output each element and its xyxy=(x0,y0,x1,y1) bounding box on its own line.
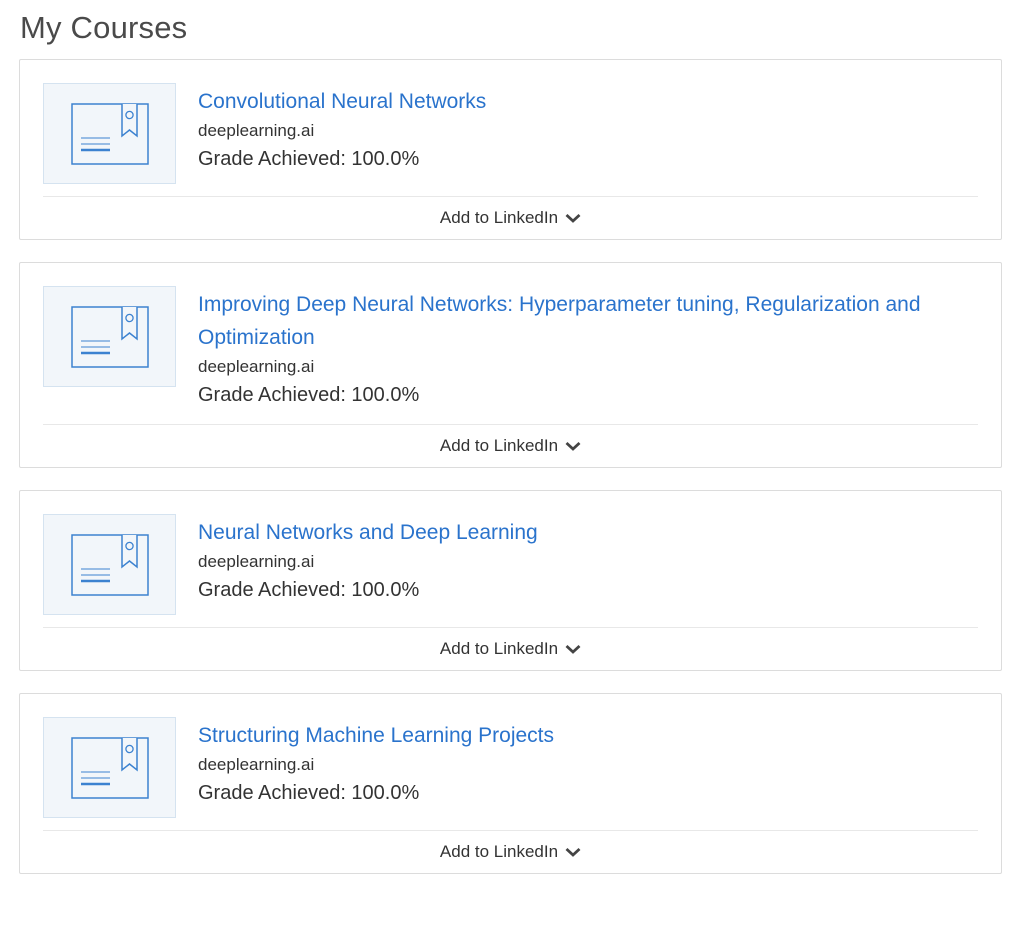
course-partner: deeplearning.ai xyxy=(198,552,315,571)
chevron-down-icon xyxy=(565,847,581,858)
course-grade: Grade Achieved: 100.0% xyxy=(198,579,420,601)
certificate-icon xyxy=(70,736,149,799)
course-list: Convolutional Neural Networks deeplearni… xyxy=(19,59,1002,896)
course-partner: deeplearning.ai xyxy=(198,755,315,774)
add-to-linkedin-label: Add to LinkedIn xyxy=(439,639,559,658)
certificate-icon xyxy=(70,102,149,165)
course-card: Improving Deep Neural Networks: Hyperpar… xyxy=(19,262,1002,468)
course-info: Structuring Machine Learning Projects de… xyxy=(198,717,554,818)
course-card-header: Structuring Machine Learning Projects de… xyxy=(20,694,1001,818)
linkedin-row: Add to LinkedIn xyxy=(20,628,1001,670)
chevron-down-icon xyxy=(565,213,581,224)
course-card: Neural Networks and Deep Learning deeple… xyxy=(19,490,1002,671)
course-title-link[interactable]: Convolutional Neural Networks xyxy=(198,85,486,118)
course-info: Neural Networks and Deep Learning deeple… xyxy=(198,514,538,615)
course-grade: Grade Achieved: 100.0% xyxy=(198,782,420,804)
linkedin-row: Add to LinkedIn xyxy=(20,425,1001,467)
linkedin-row: Add to LinkedIn xyxy=(20,831,1001,873)
course-partner: deeplearning.ai xyxy=(198,357,315,376)
course-card: Structuring Machine Learning Projects de… xyxy=(19,693,1002,874)
add-to-linkedin-button[interactable]: Add to LinkedIn xyxy=(440,842,581,862)
course-thumbnail[interactable] xyxy=(43,83,176,184)
linkedin-row: Add to LinkedIn xyxy=(20,197,1001,239)
add-to-linkedin-button[interactable]: Add to LinkedIn xyxy=(440,639,581,659)
course-title-link[interactable]: Neural Networks and Deep Learning xyxy=(198,516,538,549)
certificate-icon xyxy=(70,533,149,596)
course-card-header: Neural Networks and Deep Learning deeple… xyxy=(20,491,1001,615)
course-card: Convolutional Neural Networks deeplearni… xyxy=(19,59,1002,240)
course-grade: Grade Achieved: 100.0% xyxy=(198,384,420,406)
add-to-linkedin-label: Add to LinkedIn xyxy=(439,842,559,861)
chevron-down-icon xyxy=(565,441,581,452)
add-to-linkedin-label: Add to LinkedIn xyxy=(439,436,559,455)
chevron-down-icon xyxy=(565,644,581,655)
page-title: My Courses xyxy=(20,10,188,45)
certificate-icon xyxy=(70,305,149,368)
course-thumbnail[interactable] xyxy=(43,286,176,387)
course-grade: Grade Achieved: 100.0% xyxy=(198,148,420,170)
course-partner: deeplearning.ai xyxy=(198,121,315,140)
course-info: Convolutional Neural Networks deeplearni… xyxy=(198,83,486,184)
course-card-header: Improving Deep Neural Networks: Hyperpar… xyxy=(20,263,1001,412)
add-to-linkedin-button[interactable]: Add to LinkedIn xyxy=(440,208,581,228)
course-thumbnail[interactable] xyxy=(43,717,176,818)
add-to-linkedin-button[interactable]: Add to LinkedIn xyxy=(440,436,581,456)
add-to-linkedin-label: Add to LinkedIn xyxy=(439,208,559,227)
course-title-link[interactable]: Improving Deep Neural Networks: Hyperpar… xyxy=(198,288,978,354)
course-thumbnail[interactable] xyxy=(43,514,176,615)
course-info: Improving Deep Neural Networks: Hyperpar… xyxy=(198,286,978,412)
course-title-link[interactable]: Structuring Machine Learning Projects xyxy=(198,719,554,752)
course-card-header: Convolutional Neural Networks deeplearni… xyxy=(20,60,1001,184)
